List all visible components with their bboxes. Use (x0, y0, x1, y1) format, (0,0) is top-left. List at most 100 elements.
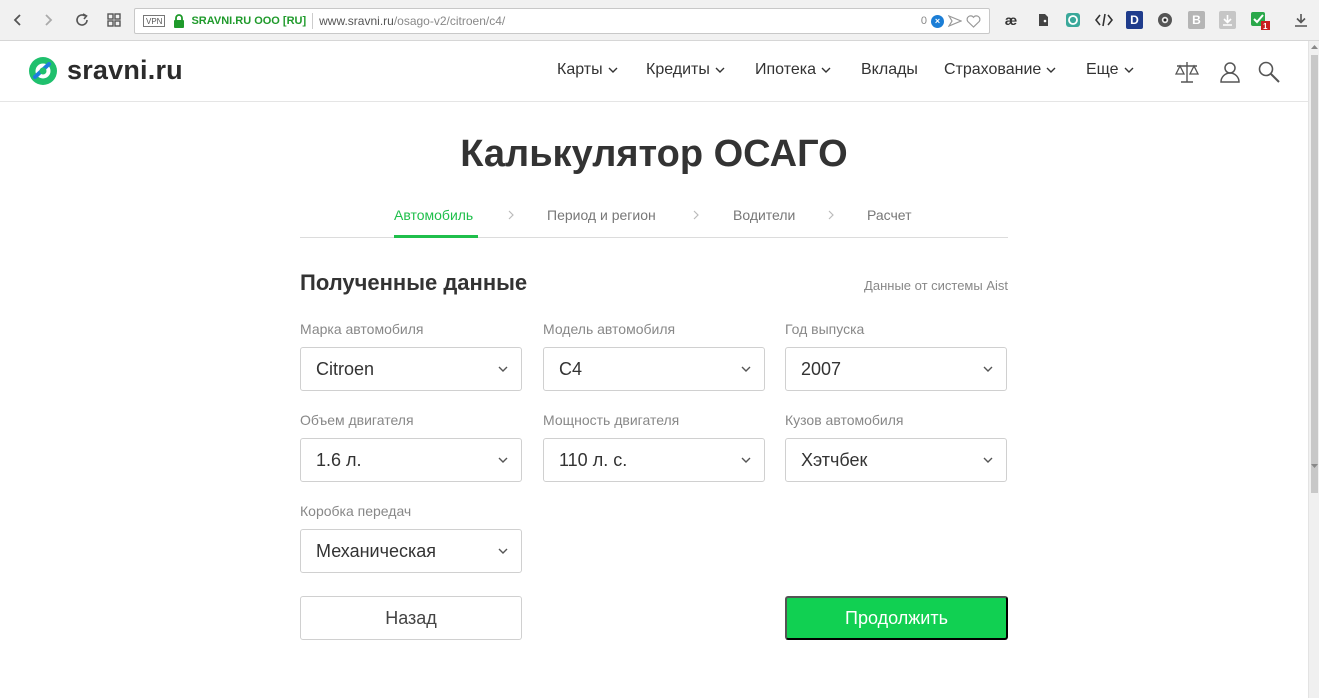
menu-label: Ипотека (755, 61, 817, 78)
engine-power-select[interactable]: 110 л. с. (543, 438, 765, 482)
forward-nav-button[interactable] (38, 10, 58, 30)
step-drivers[interactable]: Водители (733, 207, 795, 223)
chevron-down-icon (1124, 67, 1134, 73)
chevron-down-icon (1046, 67, 1056, 73)
menu-deposits[interactable]: Вклады (861, 61, 918, 79)
active-step-underline (394, 235, 478, 238)
menu-insurance[interactable]: Страхование (944, 61, 1056, 79)
scales-compare-icon[interactable] (1174, 59, 1200, 85)
year-value: 2007 (801, 358, 842, 379)
evernote-icon[interactable] (1034, 11, 1052, 29)
chevron-right-icon (508, 210, 514, 220)
chevron-down-icon (741, 366, 751, 372)
search-icon[interactable] (1256, 59, 1282, 85)
gearbox-label: Коробка передач (300, 503, 412, 519)
adblock-icon[interactable]: × (931, 14, 944, 28)
gearbox-value: Механическая (316, 540, 437, 561)
url-path: /osago-v2/citroen/c4/ (393, 14, 506, 28)
engine-power-value: 110 л. с. (559, 449, 628, 470)
ext-badge-count: 1 (1263, 22, 1268, 31)
engine-volume-value: 1.6 л. (316, 449, 362, 470)
step-period-region[interactable]: Период и регион (547, 207, 656, 223)
code-icon[interactable] (1094, 11, 1114, 29)
address-bar[interactable]: VPN SRAVNI.RU OOO [RU] www.sravni.ru/osa… (134, 8, 990, 34)
chevron-left-icon (13, 14, 21, 26)
download-ext-icon[interactable] (1219, 11, 1236, 29)
checkmark-ext-icon[interactable]: 1 (1250, 11, 1270, 31)
logo-icon (29, 56, 57, 85)
eye-icon[interactable] (1156, 11, 1174, 29)
address-separator (312, 13, 314, 29)
downloads-icon[interactable] (1292, 11, 1310, 29)
year-label: Год выпуска (785, 321, 865, 337)
ext-b-icon[interactable]: B (1188, 11, 1205, 29)
scroll-thumb[interactable] (1311, 55, 1318, 493)
model-value: C4 (559, 358, 583, 379)
ext-d-icon[interactable]: D (1126, 11, 1143, 29)
scroll-up-icon[interactable] (1310, 43, 1319, 52)
chevron-down-icon (983, 366, 993, 372)
step-car[interactable]: Автомобиль (394, 207, 473, 223)
chevron-right-icon (828, 210, 834, 220)
menu-label: Кредиты (646, 61, 710, 78)
url-host: www.sravni.ru (319, 14, 394, 28)
browser-toolbar: VPN SRAVNI.RU OOO [RU] www.sravni.ru/osa… (0, 0, 1319, 41)
year-select[interactable]: 2007 (785, 347, 1007, 391)
chevron-right-icon (45, 14, 53, 26)
menu-more[interactable]: Еще (1086, 61, 1134, 79)
brand-label: Марка автомобиля (300, 321, 424, 337)
step-calculation[interactable]: Расчет (867, 207, 912, 223)
vpn-badge[interactable]: VPN (143, 15, 166, 27)
body-select[interactable]: Хэтчбек (785, 438, 1007, 482)
menu-label: Вклады (861, 61, 918, 78)
continue-button[interactable]: Продолжить (785, 596, 1008, 640)
menu-cards[interactable]: Карты (557, 61, 618, 79)
send-icon[interactable] (948, 15, 962, 27)
chevron-down-icon (498, 457, 508, 463)
grid-icon (107, 13, 121, 27)
chevron-down-icon (983, 457, 993, 463)
scroll-down-icon[interactable] (1310, 461, 1319, 470)
site-logo[interactable]: sravni.ru (28, 55, 183, 86)
brand-value: Citroen (316, 358, 375, 379)
user-icon[interactable] (1217, 59, 1243, 85)
engine-volume-select[interactable]: 1.6 л. (300, 438, 522, 482)
data-source-note: Данные от системы Aist (864, 278, 1008, 293)
lock-icon (174, 14, 185, 28)
chevron-down-icon (715, 67, 725, 73)
gearbox-select[interactable]: Механическая (300, 529, 522, 573)
menu-label: Карты (557, 61, 603, 78)
model-label: Модель автомобиля (543, 321, 676, 337)
address-actions: 0 × (920, 14, 981, 28)
menu-mortgage[interactable]: Ипотека (755, 61, 831, 79)
back-nav-button[interactable] (8, 10, 28, 30)
url-text[interactable]: www.sravni.ru/osago-v2/citroen/c4/ (319, 14, 505, 28)
reload-icon (76, 13, 88, 26)
page-scrollbar[interactable] (1308, 41, 1319, 698)
site-header: sravni.ru Карты Кредиты Ипотека Вклады С… (0, 41, 1308, 102)
menu-label: Еще (1086, 61, 1119, 78)
logo-text: sravni.ru (67, 55, 183, 85)
ext-teal-icon[interactable] (1064, 11, 1082, 29)
chevron-down-icon (498, 548, 508, 554)
body-label: Кузов автомобиля (785, 412, 904, 428)
engine-power-label: Мощность двигателя (543, 412, 680, 428)
speed-dial-button[interactable] (104, 10, 124, 30)
ext-ae-icon[interactable]: æ (1002, 11, 1020, 29)
heart-icon[interactable] (966, 14, 981, 28)
chevron-down-icon (498, 366, 508, 372)
chevron-right-icon (693, 210, 699, 220)
block-count: 0 (920, 15, 927, 27)
reload-button[interactable] (72, 10, 92, 30)
engine-volume-label: Объем двигателя (300, 412, 414, 428)
chevron-down-icon (741, 457, 751, 463)
step-tabs: Автомобиль Период и регион Водители Расч… (300, 202, 1008, 238)
secure-site-label[interactable]: SRAVNI.RU OOO [RU] (191, 15, 306, 27)
brand-select[interactable]: Citroen (300, 347, 522, 391)
model-select[interactable]: C4 (543, 347, 765, 391)
menu-credits[interactable]: Кредиты (646, 61, 725, 79)
section-title: Полученные данные (300, 270, 528, 295)
chevron-down-icon (821, 67, 831, 73)
menu-label: Страхование (944, 61, 1042, 78)
back-button[interactable]: Назад (300, 596, 522, 640)
